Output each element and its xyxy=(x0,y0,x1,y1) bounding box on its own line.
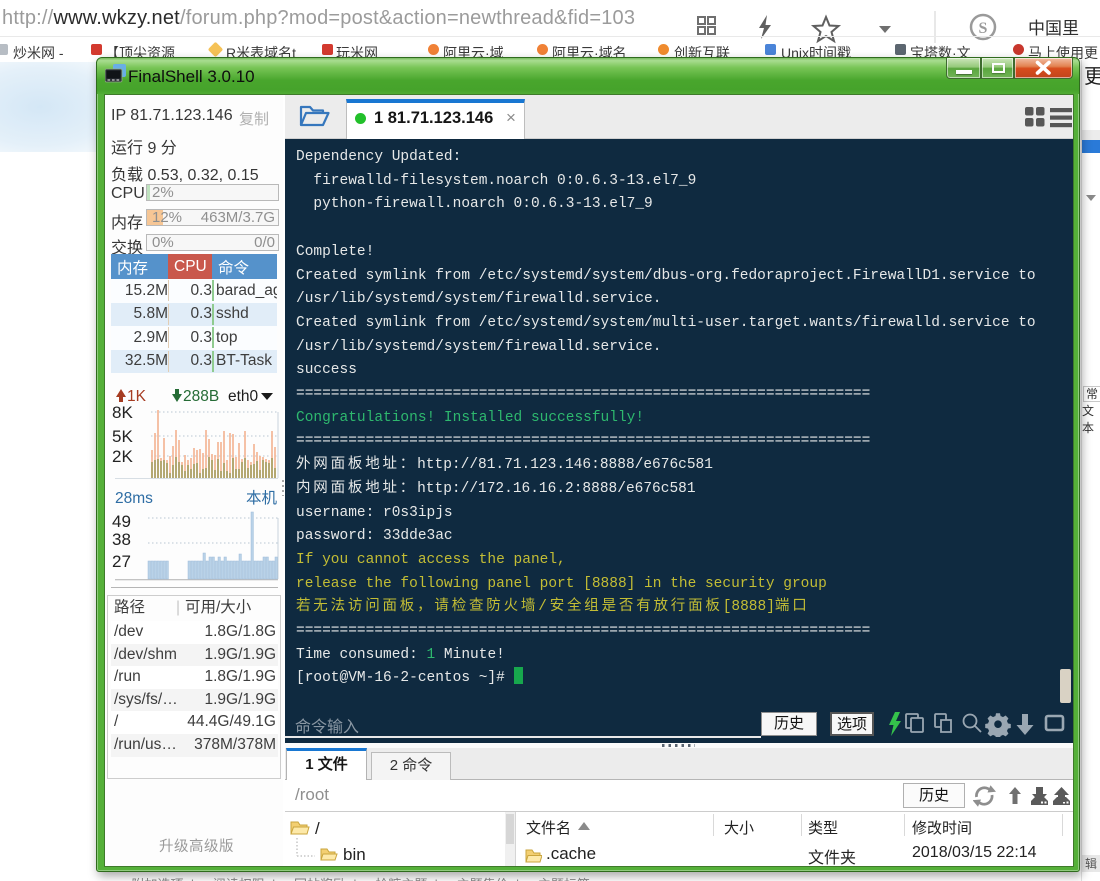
svg-text:5K: 5K xyxy=(112,427,133,446)
svg-text:/: / xyxy=(315,819,320,838)
svg-text:2K: 2K xyxy=(112,447,133,466)
svg-text:bin: bin xyxy=(343,845,366,864)
svg-text:eth0: eth0 xyxy=(228,388,259,405)
svg-text:28ms: 28ms xyxy=(115,490,153,507)
svg-text:288B: 288B xyxy=(183,388,219,405)
svg-text:8K: 8K xyxy=(112,403,133,422)
svg-text:本机: 本机 xyxy=(246,489,278,507)
svg-text:S: S xyxy=(979,20,988,37)
svg-text:49: 49 xyxy=(112,512,131,531)
svg-text:38: 38 xyxy=(112,530,131,549)
svg-text:27: 27 xyxy=(112,552,131,571)
